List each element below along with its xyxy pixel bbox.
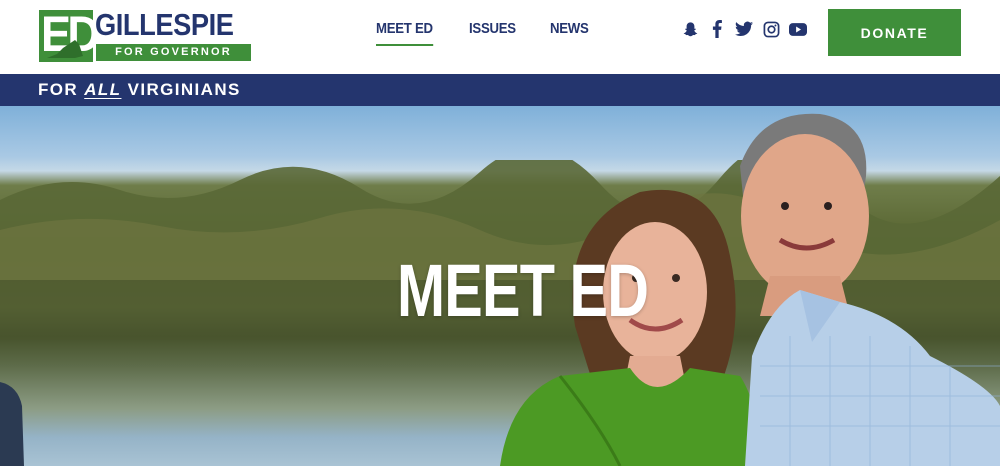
tagline-banner: FOR ALL VIRGINIANS — [0, 74, 1000, 106]
logo-ed-block: ED — [39, 8, 100, 62]
nav-news[interactable]: NEWS — [550, 20, 589, 46]
tagline-suffix: VIRGINIANS — [127, 80, 241, 99]
nav-meet-ed[interactable]: MEET ED — [376, 20, 433, 46]
tagline: FOR ALL VIRGINIANS — [38, 80, 241, 100]
facebook-icon[interactable] — [708, 20, 726, 38]
logo-subtitle: FOR GOVERNOR — [96, 44, 251, 61]
site-header: ED GILLESPIE FOR GOVERNOR MEET ED ISSUES… — [0, 0, 1000, 74]
snapchat-icon[interactable] — [681, 20, 699, 38]
hero-title: MEET ED — [397, 249, 649, 332]
main-nav: MEET ED ISSUES NEWS — [376, 20, 594, 46]
youtube-icon[interactable] — [789, 20, 807, 38]
twitter-icon[interactable] — [735, 20, 753, 38]
tagline-prefix: FOR — [38, 80, 79, 99]
instagram-icon[interactable] — [762, 20, 780, 38]
nav-issues[interactable]: ISSUES — [469, 20, 516, 46]
donate-button[interactable]: DONATE — [828, 9, 961, 56]
social-links — [681, 20, 807, 38]
logo-name: GILLESPIE — [95, 7, 234, 42]
site-logo[interactable]: ED GILLESPIE FOR GOVERNOR — [39, 7, 251, 62]
tagline-emphasis: ALL — [84, 80, 122, 99]
virginia-map-icon — [47, 40, 83, 58]
hero-section: MEET ED — [0, 106, 1000, 466]
